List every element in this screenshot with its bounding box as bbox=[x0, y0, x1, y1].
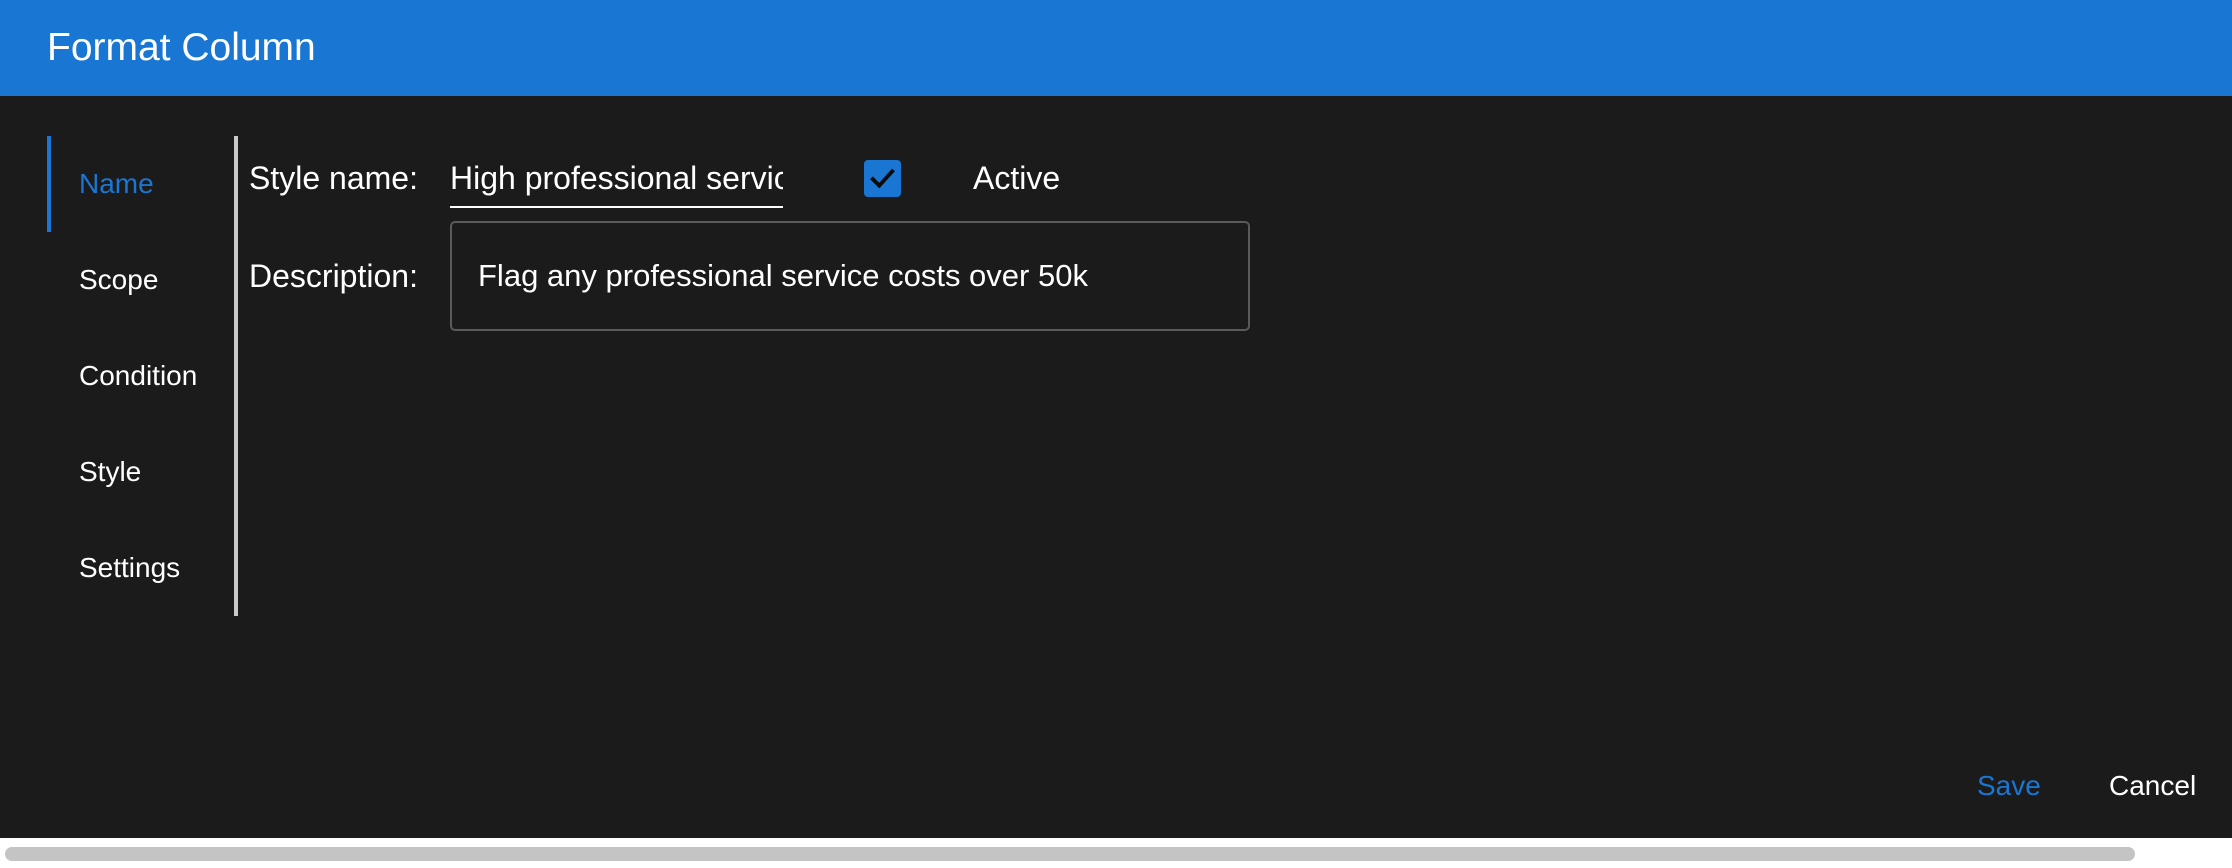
style-name-input[interactable] bbox=[450, 150, 783, 208]
nav-item-scope[interactable]: Scope bbox=[47, 232, 230, 328]
active-checkbox[interactable] bbox=[864, 160, 901, 197]
style-name-label: Style name: bbox=[249, 160, 418, 196]
nav-item-condition[interactable]: Condition bbox=[47, 328, 230, 424]
nav-item-name[interactable]: Name bbox=[47, 136, 230, 232]
cancel-button[interactable]: Cancel bbox=[2109, 766, 2196, 806]
dialog-header: Format Column bbox=[0, 0, 2232, 96]
scrollbar-thumb[interactable] bbox=[5, 847, 2135, 861]
check-icon bbox=[870, 168, 895, 189]
description-input[interactable] bbox=[450, 221, 1250, 331]
nav-item-settings[interactable]: Settings bbox=[47, 520, 230, 616]
horizontal-scrollbar[interactable] bbox=[0, 838, 2232, 868]
nav-item-style[interactable]: Style bbox=[47, 424, 230, 520]
section-nav: Name Scope Condition Style Settings bbox=[47, 136, 238, 616]
dialog-title: Format Column bbox=[47, 26, 316, 69]
description-label: Description: bbox=[249, 258, 418, 294]
format-column-dialog: Format Column Name Scope Condition Style… bbox=[0, 0, 2232, 838]
active-label: Active bbox=[973, 160, 1061, 196]
save-button[interactable]: Save bbox=[1977, 766, 2041, 806]
